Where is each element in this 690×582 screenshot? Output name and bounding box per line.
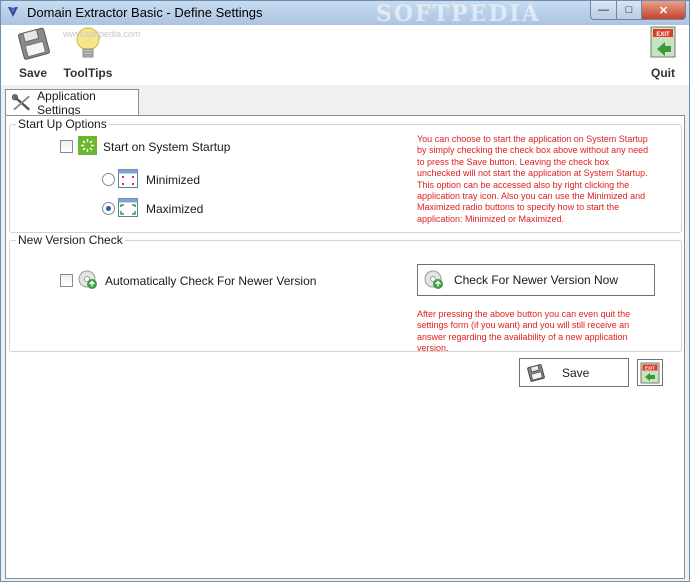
version-check-group: New Version Check Automatically Check Fo…: [9, 233, 682, 355]
save-button-label: Save: [562, 366, 590, 380]
minimized-radio[interactable]: [102, 173, 115, 186]
toolbar: Save ToolTips www.softpedia.com EXIT Qui…: [1, 25, 689, 85]
maximize-icon: □: [625, 4, 633, 16]
version-info-line: After pressing the above button you can …: [417, 309, 631, 319]
start-on-startup-label: Start on System Startup: [103, 140, 231, 154]
close-icon: ✕: [658, 4, 669, 17]
close-button[interactable]: ✕: [641, 1, 686, 20]
minimize-window-icon: [118, 169, 138, 188]
save-button[interactable]: Save: [519, 358, 629, 387]
app-icon: [8, 7, 18, 17]
title-bar[interactable]: Domain Extractor Basic - Define Settings…: [1, 1, 689, 27]
startup-info-line: Maximized radio buttons to specify how t…: [417, 202, 620, 213]
window-title: Domain Extractor Basic - Define Settings: [27, 5, 263, 20]
settings-window: Domain Extractor Basic - Define Settings…: [0, 0, 690, 582]
startup-info-line: You can choose to start the application …: [417, 134, 648, 144]
maximized-radio[interactable]: [102, 202, 115, 215]
tools-icon: [12, 94, 31, 111]
minimize-icon: —: [598, 4, 609, 16]
auto-check-version-checkbox[interactable]: [60, 274, 73, 287]
version-info-line: settings form (if you want) and you will…: [417, 320, 630, 331]
startup-info-text: You can choose to start the application …: [417, 134, 679, 225]
floppy-disk-icon: [527, 364, 545, 382]
minimize-button[interactable]: —: [590, 1, 617, 20]
exit-sign-icon: EXIT: [640, 362, 660, 383]
version-group-label: New Version Check: [16, 233, 125, 247]
maximized-label: Maximized: [146, 202, 204, 216]
save-tool-button[interactable]: Save: [13, 25, 53, 80]
startup-group-label: Start Up Options: [16, 117, 109, 131]
update-disc-icon: [78, 270, 97, 289]
startup-info-line: application tray icon. Also you can use …: [417, 191, 646, 202]
startup-info-line: by simply checking the check box above w…: [417, 145, 649, 156]
update-disc-icon: [424, 270, 443, 289]
maximize-window-icon: [118, 198, 138, 217]
quit-button[interactable]: EXIT: [637, 359, 663, 386]
quit-tool-button[interactable]: EXIT Quit: [643, 25, 683, 80]
quit-tool-label: Quit: [651, 66, 675, 80]
startup-info-line: application: Minimized or Maximized.: [417, 213, 565, 224]
tab-label: Application Settings: [37, 89, 96, 117]
start-on-startup-checkbox[interactable]: [60, 140, 73, 153]
check-version-now-label: Check For Newer Version Now: [453, 273, 619, 287]
startup-info-line: to press the Save button. Leaving the ch…: [417, 156, 610, 167]
watermark: SOFTPEDIA: [376, 1, 541, 27]
minimized-label: Minimized: [146, 173, 201, 187]
startup-info-line: unchecked will not start the application…: [417, 168, 648, 179]
save-tool-label: Save: [18, 66, 48, 80]
check-version-now-button[interactable]: Check For Newer Version Now: [417, 264, 655, 296]
exit-sign-text: EXIT: [645, 365, 655, 370]
startup-icon: [78, 136, 97, 155]
maximize-button[interactable]: □: [616, 1, 642, 20]
version-info-line: answer regarding the availability of a n…: [417, 331, 628, 342]
startup-info-line: This option can be accessed also by righ…: [417, 179, 630, 190]
exit-sign-icon: EXIT: [650, 26, 676, 58]
exit-sign-text: EXIT: [656, 32, 670, 38]
startup-options-group: Start Up Options Start on System Startup…: [9, 117, 682, 233]
settings-panel: Start Up Options Start on System Startup…: [5, 115, 685, 579]
softpedia-watermark: www.softpedia.com: [63, 29, 141, 39]
floppy-disk-icon: [17, 27, 50, 60]
version-info-line: version.: [417, 343, 449, 354]
version-info-text: After pressing the above button you can …: [417, 309, 679, 355]
auto-check-version-label: Automatically Check For Newer Version: [105, 274, 317, 288]
tooltips-tool-label: ToolTips: [63, 66, 113, 80]
tab-application-settings[interactable]: Application Settings: [5, 89, 139, 117]
